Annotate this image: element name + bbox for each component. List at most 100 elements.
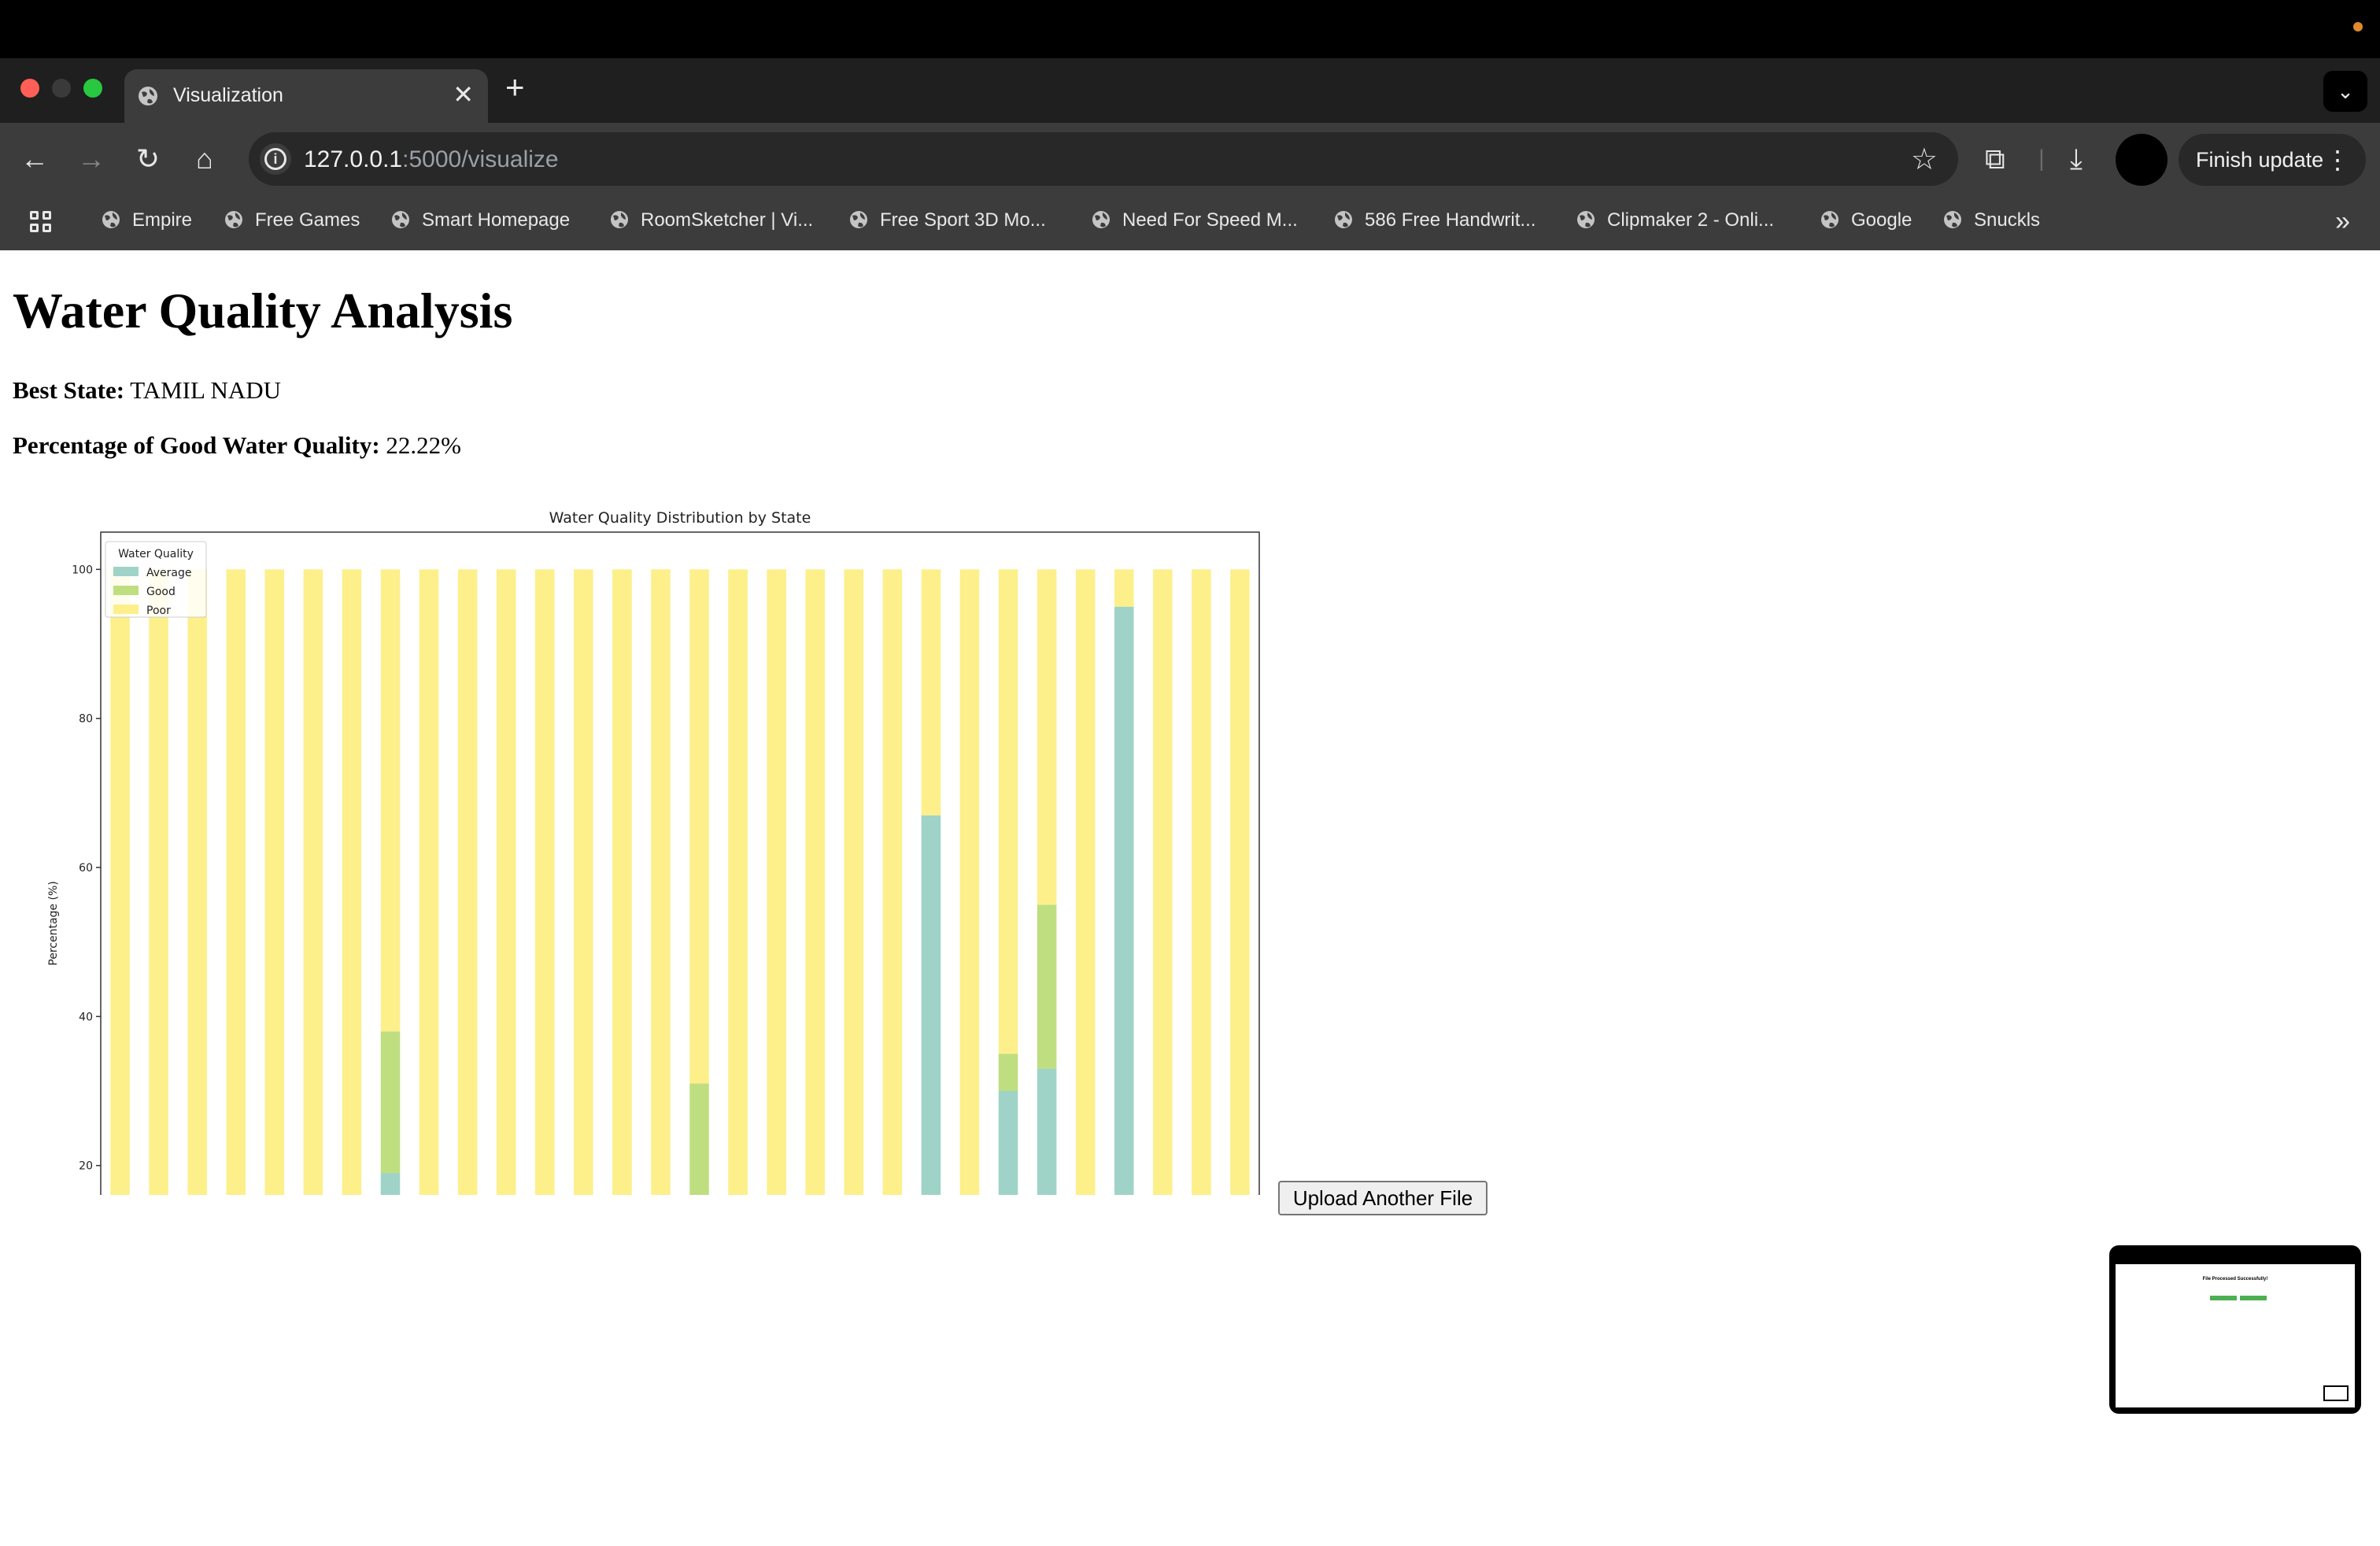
maximize-window-button[interactable] [83, 79, 102, 98]
bookmark-item[interactable]: Clipmaker 2 - Onli... [1576, 209, 1774, 231]
y-tick-label: 40 [79, 1011, 93, 1023]
bar-segment-poor [380, 569, 401, 1032]
bar-segment-poor [689, 569, 709, 1084]
bar-segment-poor [226, 569, 246, 1195]
bar-segment-poor [844, 569, 864, 1195]
globe-icon [1577, 211, 1595, 228]
page-title: Water Quality Analysis [13, 283, 513, 338]
tab-visualization[interactable]: Visualization ✕ [124, 69, 488, 123]
y-axis-label: Percentage (%) [47, 881, 60, 965]
bar-segment-poor [574, 569, 593, 1195]
system-bar [0, 0, 2380, 58]
preview-title: File Processed Successfully! [2202, 1277, 2268, 1282]
status-dot [2353, 22, 2363, 31]
bookmarks-bar: Empire Free Games Smart Homepage RoomSketch… [0, 195, 2380, 250]
bookmark-item[interactable]: Google [1820, 209, 1912, 231]
close-tab-icon[interactable]: ✕ [453, 80, 474, 109]
bar-segment-average [998, 1091, 1018, 1195]
bar-segment-poor [1230, 569, 1250, 1195]
preview-button [2210, 1296, 2237, 1300]
tab-search-button[interactable]: ⌄ [2323, 71, 2367, 112]
preview-window-icon [2323, 1385, 2349, 1401]
download-icon[interactable]: ⤓ [2070, 139, 2082, 179]
bar-segment-average [1037, 1068, 1057, 1195]
legend-label: Good [146, 586, 176, 598]
bookmark-item[interactable]: Need For Speed M... [1091, 209, 1298, 231]
bar-segment-poor [767, 569, 786, 1195]
bookmark-label: RoomSketcher | Vi... [641, 209, 814, 231]
bookmark-item[interactable]: Empire [101, 209, 192, 231]
finish-update-button[interactable]: Finish update ⋮ [2179, 134, 2366, 186]
good-percentage-line: Percentage of Good Water Quality: 22.22% [13, 431, 461, 460]
extensions-icon[interactable]: ⧉ [1985, 139, 2005, 179]
legend-label: Average [146, 567, 192, 579]
bookmark-item[interactable]: Snuckls [1942, 209, 2040, 231]
profile-avatar[interactable] [2116, 134, 2168, 186]
apps-grid-icon[interactable] [30, 211, 54, 235]
bookmark-label: Google [1851, 209, 1913, 231]
good-percentage-value: 22.22% [386, 431, 461, 459]
bookmark-item[interactable]: Free Games [224, 209, 360, 231]
bar-segment-poor [882, 569, 903, 1195]
bookmark-item[interactable]: Free Sport 3D Mo... [848, 209, 1046, 231]
finish-update-label: Finish update [2196, 148, 2324, 172]
bar-segment-poor [805, 569, 825, 1195]
bar-segment-poor [1037, 569, 1057, 905]
bar-segment-poor [264, 569, 285, 1195]
globe-icon [1944, 211, 1961, 228]
bookmark-label: Free Games [255, 209, 360, 231]
bar-segment-good [998, 1053, 1018, 1091]
minimize-window-button[interactable] [52, 79, 71, 98]
address-bar[interactable]: i 127.0.0.1:5000/visualize ☆ [249, 132, 1958, 186]
tab-title: Visualization [173, 84, 283, 106]
bar-segment-poor [419, 569, 439, 1195]
forward-icon[interactable]: → [72, 140, 110, 178]
tab-strip: Visualization ✕ + ⌄ [0, 58, 2380, 123]
bookmark-item[interactable]: RoomSketcher | Vi... [609, 209, 813, 231]
bookmark-label: Smart Homepage [422, 209, 571, 231]
more-options-icon[interactable]: ⋮ [2325, 134, 2350, 186]
bookmark-label: Clipmaker 2 - Onli... [1607, 209, 1775, 231]
upload-another-file-button[interactable]: Upload Another File [1278, 1181, 1488, 1215]
globe-icon [392, 211, 409, 228]
bar-segment-poor [149, 569, 168, 1195]
bookmark-item[interactable]: Smart Homepage [390, 209, 570, 231]
bar-segment-poor [921, 569, 941, 816]
bar-segment-poor [496, 569, 516, 1195]
bar-segment-poor [728, 569, 748, 1195]
legend-label: Poor [146, 605, 171, 617]
best-state-label: Best State: [13, 376, 125, 404]
bookmark-star-icon[interactable]: ☆ [1911, 142, 1938, 177]
site-info-icon[interactable]: i [260, 143, 291, 175]
bookmark-label: 586 Free Handwrit... [1365, 209, 1536, 231]
y-tick-label: 20 [79, 1160, 93, 1173]
toolbar: ← → ↻ ⌂ i 127.0.0.1:5000/visualize ☆ ⧉ |… [0, 123, 2380, 195]
bar-segment-poor [1075, 569, 1096, 1195]
browser-window: Visualization ✕ + ⌄ ← → ↻ ⌂ i 127.0.0.1:… [0, 0, 2380, 1546]
bar-segment-poor [457, 569, 478, 1195]
bar-segment-average [1114, 606, 1134, 1195]
more-bookmarks-icon[interactable]: » [2335, 206, 2350, 237]
best-state-value: TAMIL NADU [130, 376, 282, 404]
globe-icon [139, 87, 157, 105]
preview-screen: File Processed Successfully! [2116, 1264, 2355, 1407]
reload-icon[interactable]: ↻ [129, 140, 167, 178]
y-tick-label: 100 [72, 564, 93, 576]
bar-segment-poor [342, 569, 362, 1195]
new-tab-button[interactable]: + [505, 71, 525, 104]
close-window-button[interactable] [20, 79, 39, 98]
url-host: 127.0.0.1 [304, 146, 403, 172]
bar-segment-average [921, 815, 941, 1195]
legend-swatch [113, 586, 139, 595]
back-icon[interactable]: ← [16, 140, 54, 178]
url-path: :5000/visualize [402, 146, 559, 172]
bar-segment-poor [1153, 569, 1173, 1195]
bookmark-item[interactable]: 586 Free Handwrit... [1333, 209, 1536, 231]
window-preview-thumbnail[interactable]: File Processed Successfully! [2109, 1245, 2361, 1414]
page-content: Water Quality Analysis Best State: TAMIL… [0, 250, 2380, 1546]
home-icon[interactable]: ⌂ [186, 140, 224, 178]
bar-segment-poor [110, 569, 130, 1195]
url-text[interactable]: 127.0.0.1:5000/visualize [304, 146, 559, 173]
bar-segment-poor [535, 569, 555, 1195]
globe-icon [102, 211, 120, 228]
